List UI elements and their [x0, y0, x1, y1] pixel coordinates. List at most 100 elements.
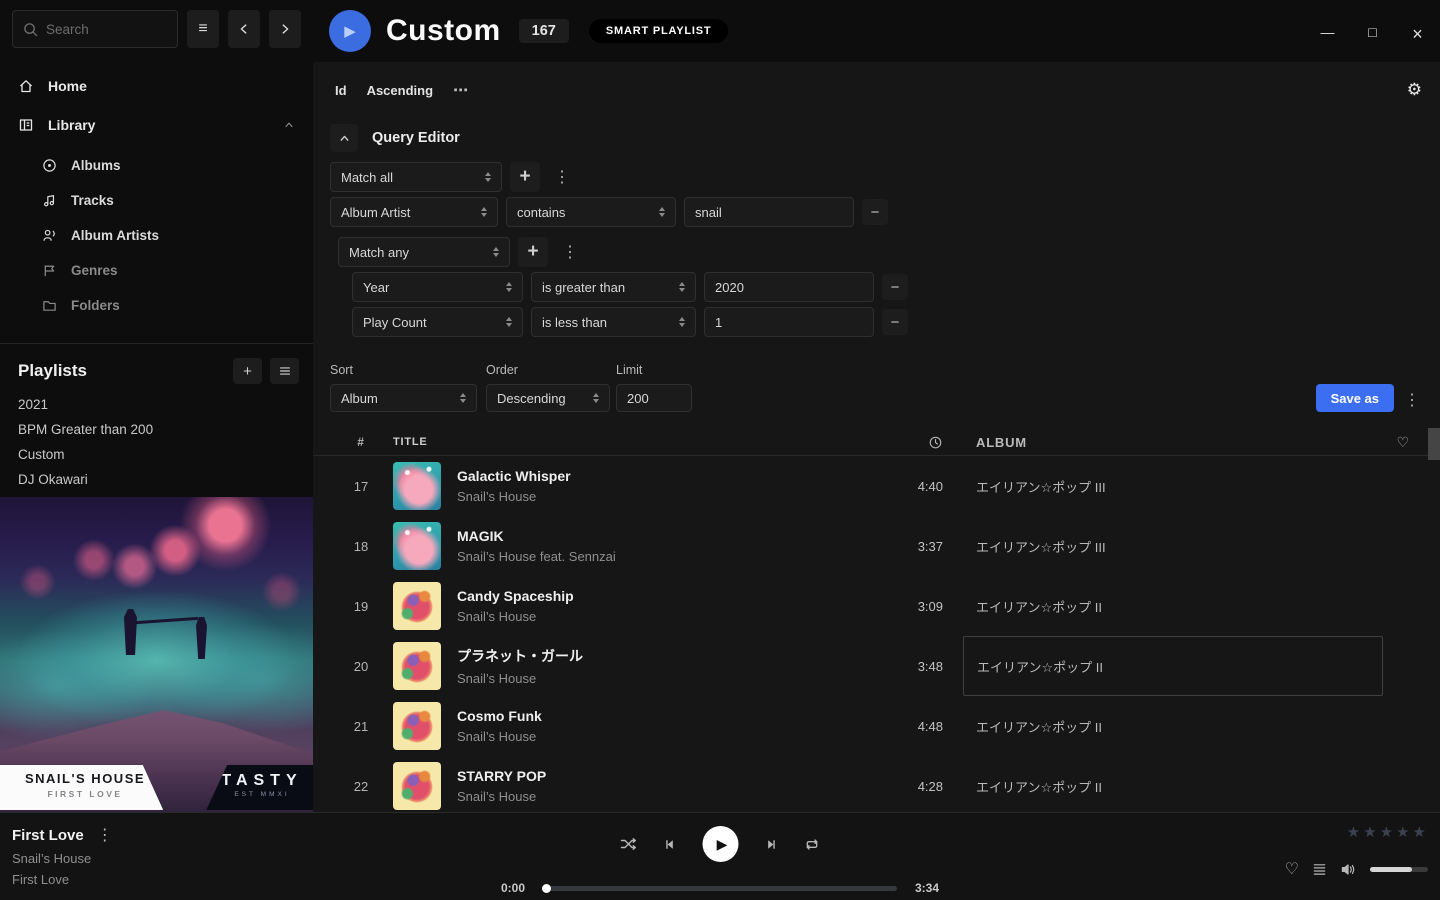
remove-rule-button[interactable]: −	[862, 199, 888, 225]
seek-handle[interactable]	[542, 884, 551, 893]
favorite-button[interactable]: ♡	[1285, 859, 1299, 879]
disc-icon	[42, 158, 57, 173]
match-type-select[interactable]: Match all	[330, 162, 502, 192]
sidebar-item-folders[interactable]: Folders	[0, 288, 313, 323]
rule-operator-select[interactable]: is greater than	[531, 272, 696, 302]
menu-button[interactable]: ≡	[187, 10, 219, 48]
nav-back-button[interactable]	[228, 10, 260, 48]
rule-operator-select[interactable]: is less than	[531, 307, 696, 337]
add-playlist-button[interactable]: +	[233, 358, 262, 384]
playlist-list-button[interactable]	[270, 358, 299, 384]
duration-column-header[interactable]	[928, 435, 943, 450]
track-menu-button[interactable]: ⋮	[97, 825, 113, 845]
index-column-header[interactable]: #	[357, 435, 364, 449]
nav-forward-button[interactable]	[269, 10, 301, 48]
shuffle-button[interactable]	[620, 836, 638, 852]
select-arrows-icon	[679, 317, 685, 327]
track-album[interactable]: エイリアン☆ポップ II	[963, 756, 1383, 812]
collapse-query-editor-button[interactable]	[330, 124, 358, 152]
star-icon[interactable]: ★	[1380, 823, 1393, 841]
star-icon[interactable]: ★	[1413, 823, 1426, 841]
player-right-controls: ♡	[1285, 859, 1428, 879]
now-playing-album[interactable]: First Love	[12, 872, 113, 887]
remove-rule-button[interactable]: −	[882, 309, 908, 335]
close-button[interactable]: ×	[1410, 24, 1425, 45]
now-playing-title[interactable]: First Love	[12, 827, 84, 844]
playlist-item[interactable]: DJ Okawari	[0, 467, 313, 492]
rule-field-select[interactable]: Year	[352, 272, 523, 302]
play-playlist-button[interactable]: ▶	[329, 10, 371, 52]
track-album[interactable]: エイリアン☆ポップ II	[963, 576, 1383, 636]
star-icon[interactable]: ★	[1363, 823, 1376, 841]
sidebar-item-label: Home	[48, 78, 87, 94]
sort-direction-button[interactable]: Ascending	[367, 83, 433, 98]
table-row[interactable]: 22 STARRY POP Snail’s House 4:28 エイリアン☆ポ…	[313, 756, 1440, 812]
table-row[interactable]: 19 Candy Spaceship Snail’s House 3:09 エイ…	[313, 576, 1440, 636]
rule-operator-select[interactable]: contains	[506, 197, 676, 227]
table-row[interactable]: 17 Galactic Whisper Snail’s House 4:40 エ…	[313, 456, 1440, 516]
track-album[interactable]: エイリアン☆ポップ III	[963, 516, 1383, 576]
track-album[interactable]: エイリアン☆ポップ II	[963, 696, 1383, 756]
star-icon[interactable]: ★	[1347, 823, 1360, 841]
playlist-item[interactable]: Custom	[0, 442, 313, 467]
scrollbar-thumb[interactable]	[1428, 428, 1440, 460]
chevron-up-icon[interactable]	[283, 119, 295, 131]
favorite-column-header[interactable]: ♡	[1397, 434, 1424, 451]
maximize-button[interactable]: □	[1365, 24, 1380, 45]
table-row[interactable]: 21 Cosmo Funk Snail’s House 4:48 エイリアン☆ポ…	[313, 696, 1440, 756]
sort-select[interactable]: Album	[330, 384, 477, 412]
table-row[interactable]: 20 プラネット・ガール Snail’s House 3:48 エイリアン☆ポッ…	[313, 636, 1440, 696]
track-album-focused[interactable]: エイリアン☆ポップ II	[963, 636, 1383, 696]
save-as-button[interactable]: Save as	[1316, 384, 1394, 412]
now-playing-artist[interactable]: Snail’s House	[12, 851, 113, 866]
sidebar-item-label: Genres	[71, 263, 118, 278]
more-options-button[interactable]: ⋯	[453, 81, 469, 99]
previous-track-button[interactable]	[663, 837, 678, 852]
rule-value-input[interactable]	[695, 205, 843, 220]
save-menu-button[interactable]: ⋮	[1398, 390, 1426, 410]
minimize-button[interactable]: —	[1320, 24, 1335, 45]
play-pause-button[interactable]: ▶	[703, 826, 739, 862]
sidebar-item-tracks[interactable]: Tracks	[0, 183, 313, 218]
track-table: # TITLE ALBUM ♡ 17 Galactic Whisper Snai…	[313, 429, 1440, 812]
group-menu-button[interactable]: ⋮	[556, 242, 584, 262]
group-menu-button[interactable]: ⋮	[548, 167, 576, 187]
seek-bar[interactable]	[543, 886, 897, 891]
query-group-2: Match any + ⋮ Year is greater than	[330, 237, 1440, 337]
playlist-content: Id Ascending ⋯ ⚙ Query Editor Match all	[313, 62, 1440, 812]
sort-field-button[interactable]: Id	[335, 83, 347, 98]
add-rule-button[interactable]: +	[510, 162, 540, 192]
playlist-item[interactable]: 2021	[0, 392, 313, 417]
remove-rule-button[interactable]: −	[882, 274, 908, 300]
volume-button[interactable]	[1340, 862, 1357, 877]
track-album[interactable]: エイリアン☆ポップ III	[963, 456, 1383, 516]
sidebar-item-library[interactable]: Library	[0, 105, 313, 144]
rule-field-select[interactable]: Play Count	[352, 307, 523, 337]
artist-icon	[42, 228, 57, 243]
limit-input[interactable]	[627, 391, 681, 406]
album-column-header[interactable]: ALBUM	[963, 429, 1383, 455]
title-column-header[interactable]: TITLE	[393, 436, 863, 448]
repeat-button[interactable]	[804, 837, 821, 852]
playlist-item[interactable]: BPM Greater than 200	[0, 417, 313, 442]
queue-button[interactable]	[1312, 862, 1327, 877]
track-artist: Snail’s House	[457, 609, 574, 624]
search-input[interactable]	[46, 22, 167, 37]
rule-field-select[interactable]: Album Artist	[330, 197, 498, 227]
table-row[interactable]: 18 MAGIK Snail’s House feat. Sennzai 3:3…	[313, 516, 1440, 576]
volume-slider[interactable]	[1370, 867, 1428, 872]
rule-value-input[interactable]	[715, 280, 863, 295]
sidebar-item-albums[interactable]: Albums	[0, 148, 313, 183]
next-track-button[interactable]	[764, 837, 779, 852]
settings-gear-button[interactable]: ⚙	[1407, 80, 1422, 100]
order-select[interactable]: Descending	[486, 384, 610, 412]
add-rule-button[interactable]: +	[518, 237, 548, 267]
sidebar-item-genres[interactable]: Genres	[0, 253, 313, 288]
star-icon[interactable]: ★	[1396, 823, 1409, 841]
sidebar-item-home[interactable]: Home	[0, 66, 313, 105]
search-input-wrap[interactable]	[12, 10, 178, 48]
rule-value-input[interactable]	[715, 315, 863, 330]
sidebar-item-album-artists[interactable]: Album Artists	[0, 218, 313, 253]
match-type-select[interactable]: Match any	[338, 237, 510, 267]
playlists-header: Playlists +	[0, 344, 313, 392]
